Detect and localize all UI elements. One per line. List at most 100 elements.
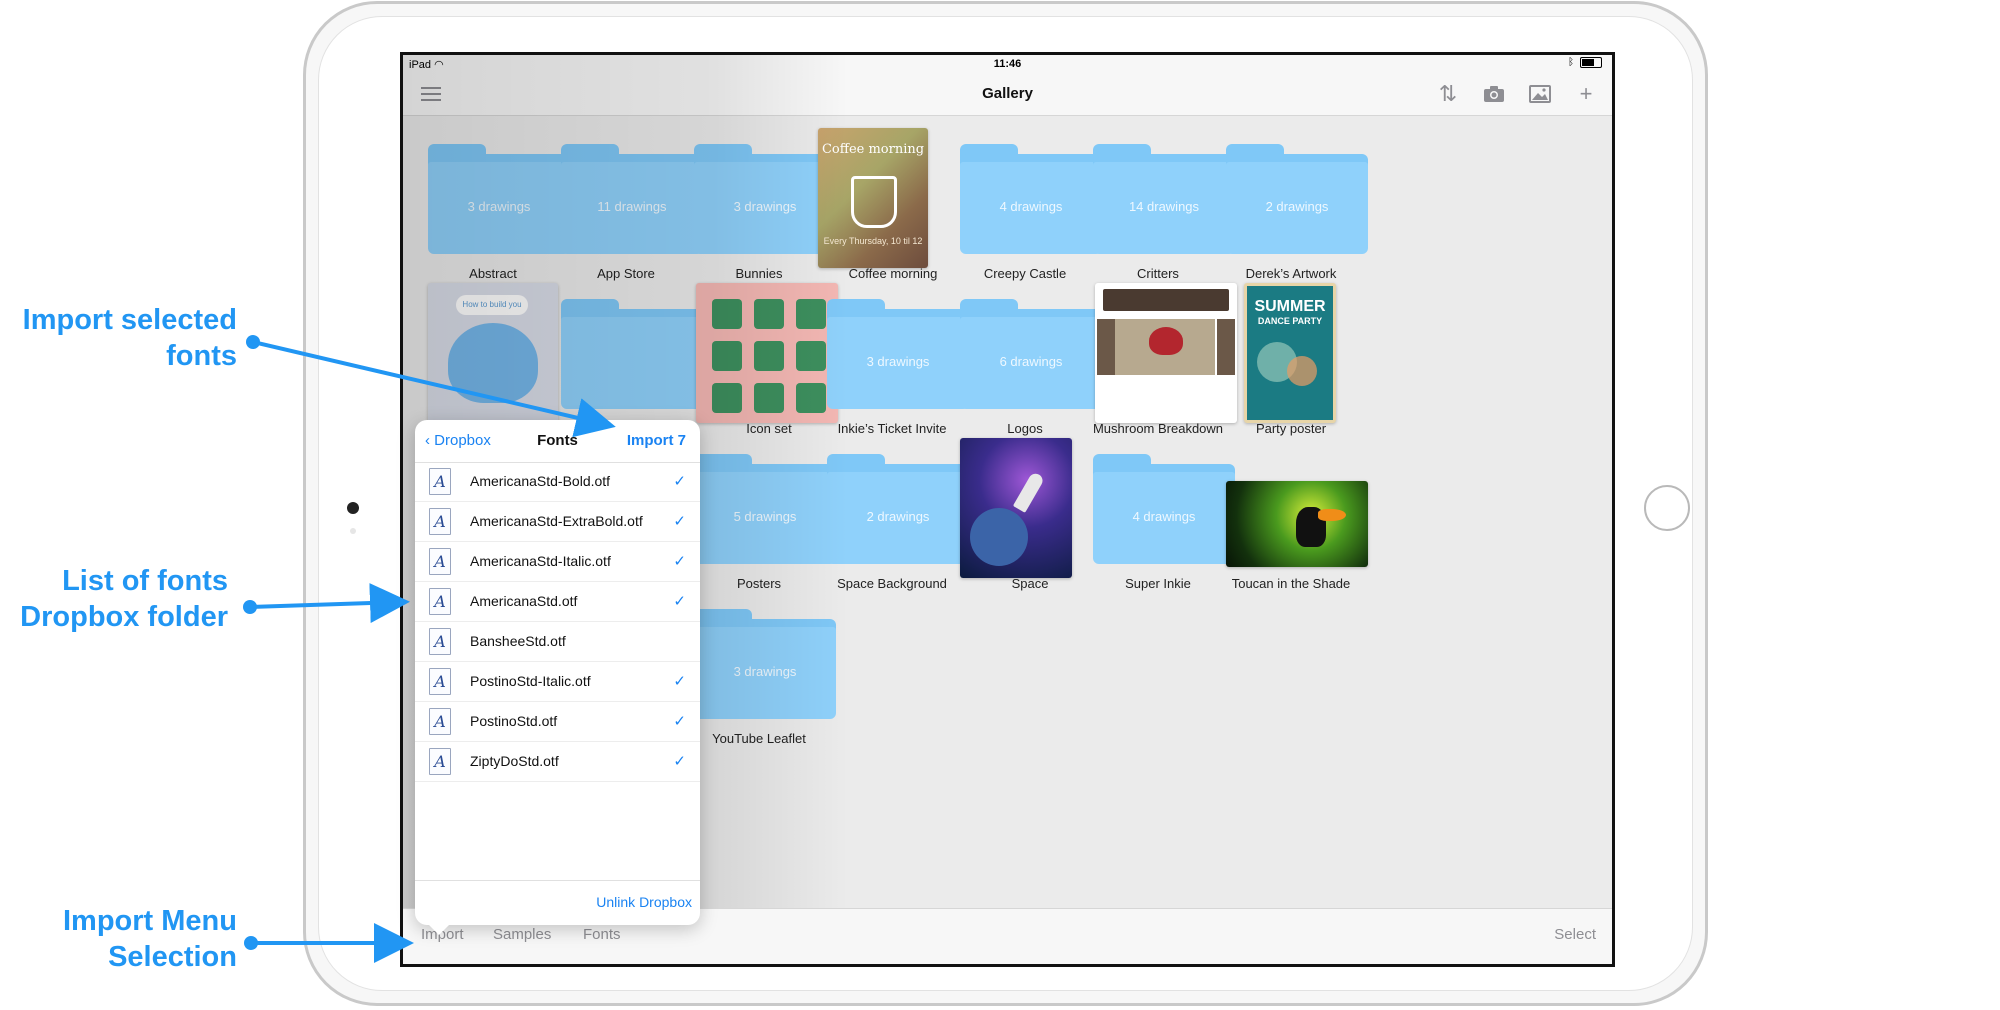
import-popover: ‹ Dropbox Fonts Import 7 A AmericanaStd-B… <box>415 420 700 925</box>
plus-icon[interactable]: + <box>1574 82 1598 106</box>
checkmark-icon: ✓ <box>673 553 686 570</box>
toolbar-select-button[interactable]: Select <box>1554 926 1596 943</box>
toolbar-fonts-button[interactable]: Fonts <box>583 926 621 943</box>
annotation-line: fonts <box>166 340 237 372</box>
thumbnail-subtitle: DANCE PARTY <box>1257 316 1323 326</box>
gallery-item-critters[interactable]: 14 drawings Critters <box>1083 116 1235 281</box>
font-row[interactable]: A PostinoStd-Italic.otf ✓ <box>415 662 700 702</box>
font-row[interactable]: A PostinoStd.otf ✓ <box>415 702 700 742</box>
space-thumbnail <box>960 438 1072 578</box>
annotation-list-of-fonts: List of fonts Dropbox folder <box>0 563 228 635</box>
folder-icon: 4 drawings <box>1093 454 1235 564</box>
font-file-icon: A <box>429 588 451 615</box>
nav-actions: ⇅ + <box>1436 82 1598 106</box>
checkmark-icon: ✓ <box>673 473 686 490</box>
gallery-item-space-background[interactable]: 2 drawings Space Background <box>817 426 969 591</box>
font-row[interactable]: A AmericanaStd.otf ✓ <box>415 582 700 622</box>
drawing-count: 4 drawings <box>1132 509 1196 524</box>
sort-icon[interactable]: ⇅ <box>1436 82 1460 106</box>
bluetooth-icon: ᛒ <box>1568 57 1574 68</box>
font-row[interactable]: A AmericanaStd-Bold.otf ✓ <box>415 462 700 502</box>
font-row[interactable]: A BansheeStd.otf <box>415 622 700 662</box>
drawing-count: 4 drawings <box>999 199 1063 214</box>
gallery-item-icon-set[interactable]: Icon set <box>684 271 838 436</box>
font-name: AmericanaStd-Italic.otf <box>470 553 611 569</box>
checkmark-icon: ✓ <box>673 713 686 730</box>
folder-icon: 14 drawings <box>1093 144 1235 254</box>
sensor-icon <box>350 528 356 534</box>
annotation-line: Import selected <box>22 304 237 336</box>
gallery-item-super-inkie[interactable]: 4 drawings Super Inkie <box>1083 426 1235 591</box>
font-row[interactable]: A AmericanaStd-Italic.otf ✓ <box>415 542 700 582</box>
annotation-import-menu: Import Menu Selection <box>0 903 237 975</box>
status-right: ᛒ <box>1568 57 1602 68</box>
font-name: BansheeStd.otf <box>470 633 566 649</box>
camera-icon[interactable] <box>1482 82 1506 106</box>
camera-lens-icon <box>347 502 359 514</box>
checkmark-icon: ✓ <box>673 673 686 690</box>
page-title: Gallery <box>982 85 1033 102</box>
toolbar-samples-button[interactable]: Samples <box>493 926 551 943</box>
gallery-item-dereks-artwork[interactable]: 2 drawings Derek’s Artwork <box>1216 116 1368 281</box>
font-file-icon: A <box>429 548 451 575</box>
folder-icon: 2 drawings <box>1226 144 1368 254</box>
gallery-item-inkies-ticket-invite[interactable]: 3 drawings Inkie’s Ticket Invite <box>817 271 969 436</box>
gallery-item-coffee-morning[interactable]: Coffee morning Every Thursday, 10 til 12… <box>773 116 937 281</box>
annotation-line: Dropbox folder <box>20 601 228 633</box>
gallery-item-toucan[interactable]: Toucan in the Shade <box>1216 426 1368 591</box>
folder-icon <box>561 299 703 409</box>
home-button[interactable] <box>1644 485 1690 531</box>
unlink-dropbox-button[interactable]: Unlink Dropbox <box>596 894 692 910</box>
battery-icon <box>1580 57 1602 68</box>
gallery-item-space[interactable]: Space <box>950 426 1100 591</box>
import-button[interactable]: Import 7 <box>627 432 686 449</box>
font-row[interactable]: A ZiptyDoStd.otf ✓ <box>415 742 700 782</box>
folder-icon: 6 drawings <box>960 299 1102 409</box>
folder-icon: 3 drawings <box>827 299 969 409</box>
folder-icon: 5 drawings <box>694 454 836 564</box>
drawing-count: 14 drawings <box>1128 199 1200 214</box>
robot-thumbnail: How to build you <box>428 283 558 423</box>
font-file-icon: A <box>429 628 451 655</box>
gallery-item-youtube-leaflet[interactable]: 3 drawings YouTube Leaflet <box>684 581 836 746</box>
gallery-item-abstract[interactable]: 3 drawings Abstract <box>418 116 570 281</box>
drawing-count: 2 drawings <box>1265 199 1329 214</box>
gallery-item-robot[interactable]: How to build you <box>418 271 568 423</box>
folder-icon: 4 drawings <box>960 144 1102 254</box>
gallery-item-logos[interactable]: 6 drawings Logos <box>950 271 1102 436</box>
gallery-item-label: Toucan in the Shade <box>1231 576 1351 591</box>
navigation-bar: Gallery ⇅ + <box>403 73 1612 116</box>
image-icon[interactable] <box>1528 82 1552 106</box>
gallery-item-mushroom-breakdown[interactable]: Mushroom Breakdown <box>1083 271 1237 436</box>
font-name: PostinoStd.otf <box>470 713 558 729</box>
popover-arrow <box>427 923 451 935</box>
drawing-count: 5 drawings <box>733 509 797 524</box>
annotation-line: Import Menu <box>63 905 237 937</box>
font-file-icon: A <box>429 468 451 495</box>
annotation-line: Selection <box>108 941 237 973</box>
robot-head <box>448 323 538 403</box>
folder-icon: 2 drawings <box>827 454 969 564</box>
drawing-count: 3 drawings <box>467 199 531 214</box>
rocket-icon <box>1012 471 1046 513</box>
mushroom-icon <box>1149 327 1183 355</box>
planet-icon <box>970 508 1028 566</box>
font-row[interactable]: A AmericanaStd-ExtraBold.otf ✓ <box>415 502 700 542</box>
gallery-item-app-store[interactable]: 11 drawings App Store <box>551 116 703 281</box>
thumbnail-title: SUMMER <box>1254 298 1326 315</box>
gallery-item-creepy-castle[interactable]: 4 drawings Creepy Castle <box>950 116 1102 281</box>
folder-icon: 3 drawings <box>694 609 836 719</box>
drawing-count: 3 drawings <box>866 354 930 369</box>
drawing-count: 6 drawings <box>999 354 1063 369</box>
status-time: 11:46 <box>993 58 1022 70</box>
font-name: AmericanaStd-Bold.otf <box>470 473 611 489</box>
checkmark-icon: ✓ <box>673 593 686 610</box>
thumbnail-subtitle: Every Thursday, 10 til 12 <box>823 236 923 246</box>
annotation-line: List of fonts <box>62 565 228 597</box>
gallery-item-posters[interactable]: 5 drawings Posters <box>684 426 836 591</box>
gallery-item-hidden-folder[interactable] <box>551 271 703 421</box>
font-name: PostinoStd-Italic.otf <box>470 673 591 689</box>
gallery-item-party-poster[interactable]: SUMMER DANCE PARTY Party poster <box>1216 271 1366 436</box>
folder-icon: 11 drawings <box>561 144 703 254</box>
status-bar: iPad ◠ 11:46 ᛒ <box>403 55 1612 73</box>
